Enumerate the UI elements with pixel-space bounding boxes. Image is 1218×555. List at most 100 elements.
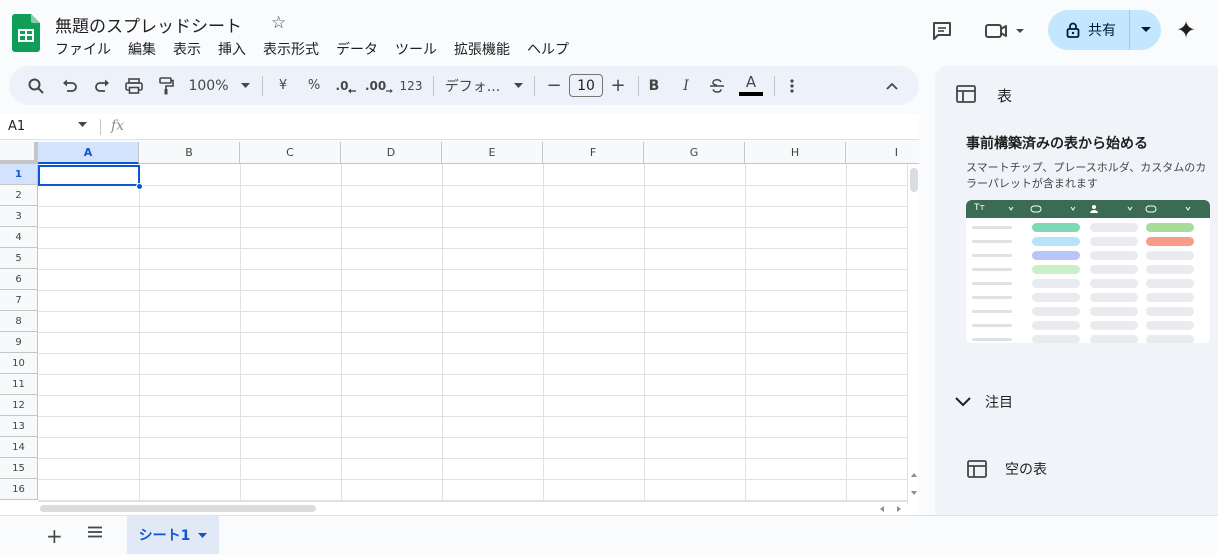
preview-chip <box>1032 265 1080 274</box>
table-template-preview[interactable]: Tт <box>966 200 1210 343</box>
sheet-tab[interactable]: シート1 <box>127 516 219 554</box>
preview-chip <box>1146 237 1194 246</box>
menu-format[interactable]: 表示形式 <box>263 39 327 59</box>
more-formats-button[interactable]: 123 <box>398 66 424 105</box>
horizontal-scroll-thumb[interactable] <box>40 505 316 512</box>
menu-edit[interactable]: 編集 <box>128 39 164 59</box>
italic-button[interactable]: I <box>675 66 697 105</box>
row-header[interactable]: 10 <box>0 353 38 374</box>
selected-cell[interactable] <box>38 165 140 186</box>
row-header[interactable]: 14 <box>0 437 38 458</box>
column-header[interactable]: H <box>745 142 846 164</box>
font-size-input[interactable]: 10 <box>569 74 603 97</box>
text-color-button[interactable]: A <box>737 66 765 105</box>
row-header[interactable]: 4 <box>0 227 38 248</box>
decrease-font-size-button[interactable]: − <box>543 66 565 105</box>
menu-view[interactable]: 表示 <box>173 39 209 59</box>
collapse-menus-chevron-up-icon[interactable] <box>881 66 903 105</box>
currency-format-button[interactable]: ¥ <box>271 66 295 105</box>
name-box[interactable]: A1 <box>8 119 25 134</box>
preview-rows <box>972 223 1194 343</box>
meet-video-icon[interactable] <box>984 18 1028 44</box>
preview-chip <box>1146 335 1194 343</box>
print-icon[interactable] <box>121 66 147 105</box>
empty-table-button[interactable]: 空の表 <box>967 459 1047 479</box>
share-main[interactable]: 共有 <box>1048 10 1130 50</box>
percent-format-button[interactable]: % <box>302 66 326 105</box>
horizontal-scrollbar[interactable] <box>38 501 907 515</box>
menu-help[interactable]: ヘルプ <box>527 39 577 59</box>
column-header[interactable]: A <box>38 142 139 164</box>
column-header[interactable]: D <box>341 142 442 164</box>
sheets-logo-icon[interactable] <box>12 14 40 52</box>
zoom-select[interactable]: 100% <box>185 66 253 105</box>
fill-handle[interactable] <box>136 183 143 190</box>
row-header[interactable]: 5 <box>0 248 38 269</box>
scroll-down-icon[interactable] <box>911 491 917 495</box>
comment-icon[interactable] <box>929 18 955 44</box>
font-select[interactable]: デフォ... <box>443 66 525 105</box>
preview-header-label: Tт <box>974 203 985 213</box>
add-sheet-plus-icon[interactable]: + <box>46 524 63 548</box>
scroll-left-icon[interactable] <box>880 506 884 512</box>
row-header[interactable]: 6 <box>0 269 38 290</box>
document-title[interactable]: 無題のスプレッドシート <box>55 12 242 37</box>
undo-icon[interactable] <box>57 66 83 105</box>
increase-font-size-button[interactable]: + <box>607 66 629 105</box>
gemini-sparkle-icon[interactable]: ✦ <box>1176 16 1196 44</box>
select-all-corner[interactable] <box>0 142 38 164</box>
redo-icon[interactable] <box>89 66 115 105</box>
toolbar-divider <box>534 76 535 96</box>
strikethrough-icon[interactable] <box>706 66 728 105</box>
menu-file[interactable]: ファイル <box>55 39 119 59</box>
decrease-decimal-button[interactable]: .0 <box>333 66 359 105</box>
share-dropdown-chevron-icon[interactable] <box>1130 10 1161 50</box>
share-button[interactable]: 共有 <box>1048 10 1161 50</box>
preview-chip <box>1146 307 1194 316</box>
preview-person-chip <box>1090 251 1138 260</box>
scroll-up-icon[interactable] <box>911 473 917 477</box>
row-header[interactable]: 13 <box>0 416 38 437</box>
search-icon[interactable] <box>23 66 49 105</box>
formula-input[interactable] <box>135 116 905 138</box>
row-header[interactable]: 12 <box>0 395 38 416</box>
toolbar: 100% ¥ % .0 .00 123 デフォ... − 10 + B I A <box>9 66 919 105</box>
menu-extensions[interactable]: 拡張機能 <box>454 39 518 59</box>
toolbar-divider <box>774 76 775 96</box>
paint-format-icon[interactable] <box>153 66 179 105</box>
menu-data[interactable]: データ <box>336 39 386 59</box>
menu-insert[interactable]: 挿入 <box>218 39 254 59</box>
row-header[interactable]: 11 <box>0 374 38 395</box>
header: 無題のスプレッドシート ☆ ファイル 編集 表示 挿入 表示形式 データ ツール… <box>0 0 1218 62</box>
row-header[interactable]: 16 <box>0 479 38 500</box>
preview-header-icons <box>1008 205 1191 213</box>
chevron-down-icon[interactable] <box>78 122 87 127</box>
preview-chip <box>1146 251 1194 260</box>
grid-column-line <box>846 164 847 501</box>
chevron-down-icon[interactable] <box>198 532 208 538</box>
bold-button[interactable]: B <box>643 66 665 105</box>
column-header[interactable]: E <box>442 142 543 164</box>
all-sheets-menu-icon[interactable] <box>87 526 103 538</box>
star-icon[interactable]: ☆ <box>271 13 286 33</box>
menu-tools[interactable]: ツール <box>395 39 445 59</box>
row-header[interactable]: 1 <box>0 164 38 185</box>
row-header[interactable]: 7 <box>0 290 38 311</box>
featured-section-toggle[interactable]: 注目 <box>955 392 1013 412</box>
row-header[interactable]: 3 <box>0 206 38 227</box>
column-header[interactable]: I <box>846 142 919 164</box>
column-header[interactable]: B <box>139 142 240 164</box>
increase-decimal-button[interactable]: .00 <box>365 66 393 105</box>
row-header[interactable]: 15 <box>0 458 38 479</box>
column-header[interactable]: F <box>543 142 644 164</box>
column-header[interactable]: G <box>644 142 745 164</box>
column-header[interactable]: C <box>240 142 341 164</box>
row-header[interactable]: 8 <box>0 311 38 332</box>
vertical-scrollbar[interactable] <box>907 164 919 504</box>
preview-text-placeholder <box>972 254 1012 257</box>
vertical-scroll-thumb[interactable] <box>910 168 918 192</box>
more-options-icon[interactable] <box>781 66 803 105</box>
row-header[interactable]: 9 <box>0 332 38 353</box>
scroll-right-icon[interactable] <box>897 506 901 512</box>
row-header[interactable]: 2 <box>0 185 38 206</box>
